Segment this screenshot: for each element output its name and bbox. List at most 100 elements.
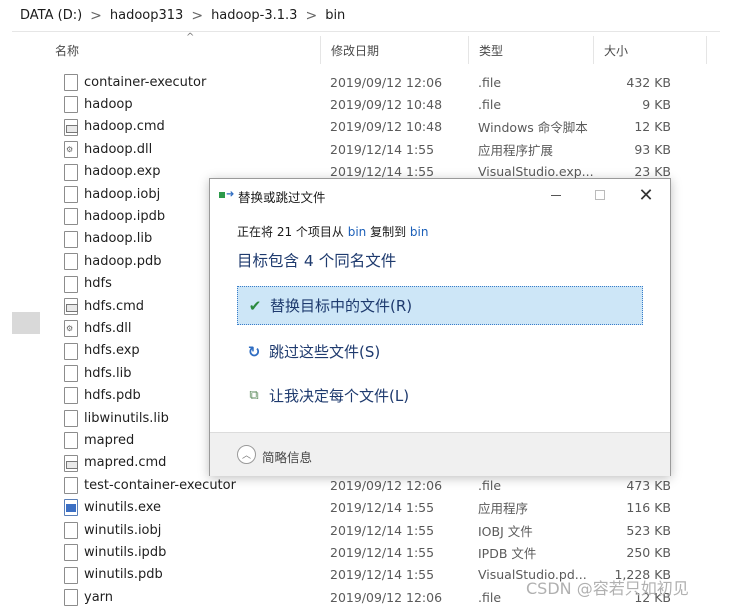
dll-icon <box>64 141 78 159</box>
file-date: 2019/09/12 12:06 <box>330 74 443 90</box>
file-date: 2019/09/12 10:48 <box>330 97 443 113</box>
dll-icon <box>64 320 78 338</box>
file-type: .file <box>478 74 502 90</box>
column-type[interactable]: 类型 <box>468 36 593 64</box>
breadcrumb-drive[interactable]: DATA (D:) <box>20 8 82 23</box>
cmd-icon <box>64 297 78 315</box>
file-date: 2019/09/12 12:06 <box>330 477 443 493</box>
file-icon <box>64 432 78 450</box>
dialog-titlebar[interactable]: ➜ 替换或跳过文件 ✕ <box>210 179 670 211</box>
chevron-right-icon: > <box>305 7 318 24</box>
file-icon <box>64 588 78 606</box>
dialog-footer: ︿ 简略信息 <box>210 432 670 476</box>
dest-folder-link[interactable]: bin <box>410 225 429 239</box>
file-date: 2019/09/12 10:48 <box>330 119 443 135</box>
file-row[interactable]: winutils.ipdb 2019/12/14 1:55 IPDB 文件 250 K… <box>55 541 695 563</box>
file-name: hadoop.dll <box>84 141 153 157</box>
file-name: hadoop.exp <box>84 164 161 180</box>
file-icon <box>64 74 78 91</box>
file-row[interactable]: hadoop 2019/09/12 10:48 .file 9 KB <box>55 93 695 115</box>
file-name: hadoop.iobj <box>84 186 161 202</box>
file-date: 2019/12/14 1:55 <box>330 500 435 516</box>
file-name: hdfs <box>84 276 112 292</box>
progress-text: 正在将 21 个项目从 bin 复制到 bin <box>237 225 429 239</box>
file-type: Windows 命令脚本 <box>478 120 588 136</box>
file-size: 23 KB <box>634 164 671 180</box>
file-size: 523 KB <box>626 522 671 538</box>
replace-or-skip-dialog: ➜ 替换或跳过文件 ✕ 正在将 21 个项目从 bin 复制到 bin 目标包含… <box>209 178 671 476</box>
file-name: winutils.ipdb <box>84 544 167 560</box>
file-icon <box>64 409 78 427</box>
address-bar[interactable]: DATA (D:) > hadoop313 > hadoop-3.1.3 > b… <box>12 0 720 32</box>
file-size: 116 KB <box>626 500 671 516</box>
chevron-right-icon: > <box>191 7 204 24</box>
breadcrumb-hadoop-version[interactable]: hadoop-3.1.3 <box>211 8 297 23</box>
copy-files-icon: ➜ <box>219 190 235 200</box>
file-date: 2019/12/14 1:55 <box>330 164 435 180</box>
file-type: 应用程序扩展 <box>478 142 554 158</box>
file-type: IPDB 文件 <box>478 545 537 561</box>
breadcrumb-bin[interactable]: bin <box>325 8 345 23</box>
file-row[interactable]: container-executor 2019/09/12 12:06 .file 4… <box>55 71 695 93</box>
file-row[interactable]: winutils.iobj 2019/12/14 1:55 IOBJ 文件 523 K… <box>55 519 695 541</box>
file-icon <box>64 342 78 360</box>
file-row[interactable]: hadoop.dll 2019/12/14 1:55 应用程序扩展 93 KB <box>55 138 695 160</box>
dialog-title: 替换或跳过文件 <box>238 190 326 205</box>
file-type: VisualStudio.exp... <box>478 164 594 180</box>
file-date: 2019/12/14 1:55 <box>330 141 435 157</box>
file-icon <box>64 275 78 293</box>
nav-pane-scroll[interactable] <box>12 312 40 334</box>
file-name: winutils.exe <box>84 500 162 516</box>
file-size: 12 KB <box>634 119 671 135</box>
close-icon: ✕ <box>638 184 654 206</box>
file-date: 2019/12/14 1:55 <box>330 544 435 560</box>
cmd-icon <box>64 118 78 136</box>
skip-arrow-icon: ↻ <box>247 342 261 361</box>
minimize-button[interactable] <box>536 183 576 207</box>
file-type: 应用程序 <box>478 501 529 517</box>
maximize-icon <box>595 190 605 200</box>
file-icon <box>64 253 78 271</box>
file-icon <box>64 521 78 539</box>
chevron-up-icon: ︿ <box>241 451 251 461</box>
file-size: 432 KB <box>626 74 671 90</box>
file-date: 2019/12/14 1:55 <box>330 522 435 538</box>
file-row[interactable]: winutils.exe 2019/12/14 1:55 应用程序 116 KB <box>55 496 695 518</box>
maximize-button[interactable] <box>580 183 620 207</box>
minimize-icon <box>551 194 561 196</box>
file-name: winutils.iobj <box>84 522 162 538</box>
file-name: mapred <box>84 432 135 448</box>
collapse-details-button[interactable]: ︿ <box>237 445 256 464</box>
decide-each-file-option[interactable]: ⧉ 让我决定每个文件(L) <box>237 376 643 415</box>
column-size[interactable]: 大小 <box>593 36 707 64</box>
file-name: hdfs.lib <box>84 365 132 381</box>
sort-up-icon: ^ <box>186 32 195 43</box>
file-name: test-container-executor <box>84 477 236 493</box>
file-name: libwinutils.lib <box>84 410 169 426</box>
file-name: hdfs.dll <box>84 320 132 336</box>
file-name: hadoop.pdb <box>84 253 162 269</box>
file-type: IOBJ 文件 <box>478 523 533 539</box>
file-name: hdfs.exp <box>84 343 140 359</box>
file-row[interactable]: test-container-executor 2019/09/12 12:06.… <box>55 474 695 496</box>
file-icon <box>64 544 78 562</box>
file-row[interactable]: hadoop.cmd 2019/09/12 10:48 Windows 命令脚本 12… <box>55 116 695 138</box>
breadcrumb-hadoop313[interactable]: hadoop313 <box>110 8 183 23</box>
chevron-right-icon: > <box>90 7 102 24</box>
file-date: 2019/09/12 12:06 <box>330 589 443 605</box>
check-icon: ✔ <box>248 296 262 315</box>
column-name[interactable]: 名称 ^ <box>45 32 320 64</box>
file-icon <box>64 163 78 181</box>
fewer-details-label[interactable]: 简略信息 <box>262 447 312 466</box>
close-button[interactable]: ✕ <box>626 183 666 207</box>
source-folder-link[interactable]: bin <box>348 225 367 239</box>
file-type: .file <box>478 589 502 605</box>
file-size: 93 KB <box>634 141 671 157</box>
file-icon <box>64 387 78 405</box>
file-name: hadoop.ipdb <box>84 209 166 225</box>
replace-files-option[interactable]: ✔ 替换目标中的文件(R) <box>237 286 643 325</box>
skip-files-option[interactable]: ↻ 跳过这些文件(S) <box>237 332 643 371</box>
file-size: 250 KB <box>626 544 671 560</box>
file-name: hadoop <box>84 97 133 113</box>
column-date[interactable]: 修改日期 <box>320 36 468 64</box>
